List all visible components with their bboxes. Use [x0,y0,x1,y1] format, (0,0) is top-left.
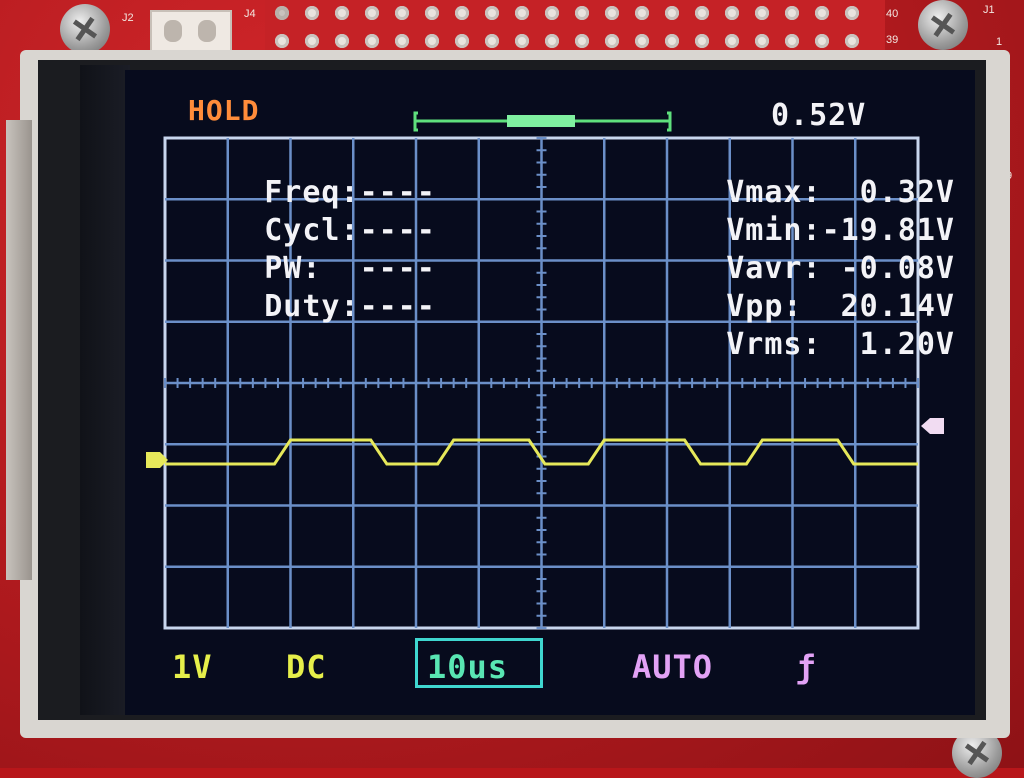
duty-row: Duty:---- [188,259,436,355]
duty-value: ---- [359,289,436,324]
vrms-value: 1.20V [821,327,955,362]
duty-label: Duty: [264,289,360,324]
hold-indicator[interactable]: HOLD [188,95,259,127]
coupling-setting[interactable]: DC [286,651,327,683]
trigger-edge-icon[interactable]: ƒ [796,651,816,683]
trigger-level-readout: 0.52V [771,98,867,133]
timeline-window[interactable] [507,115,575,127]
trigger-level-marker [921,418,944,434]
trigger-mode-setting[interactable]: AUTO [632,651,713,683]
buffer-position-indicator[interactable] [412,110,674,134]
vrms-label: Vrms: [726,327,822,362]
vrms-row: Vrms: 1.20V [650,297,955,393]
volts-per-div-setting[interactable]: 1V [172,651,213,683]
time-per-div-setting[interactable]: 10us [427,651,508,683]
